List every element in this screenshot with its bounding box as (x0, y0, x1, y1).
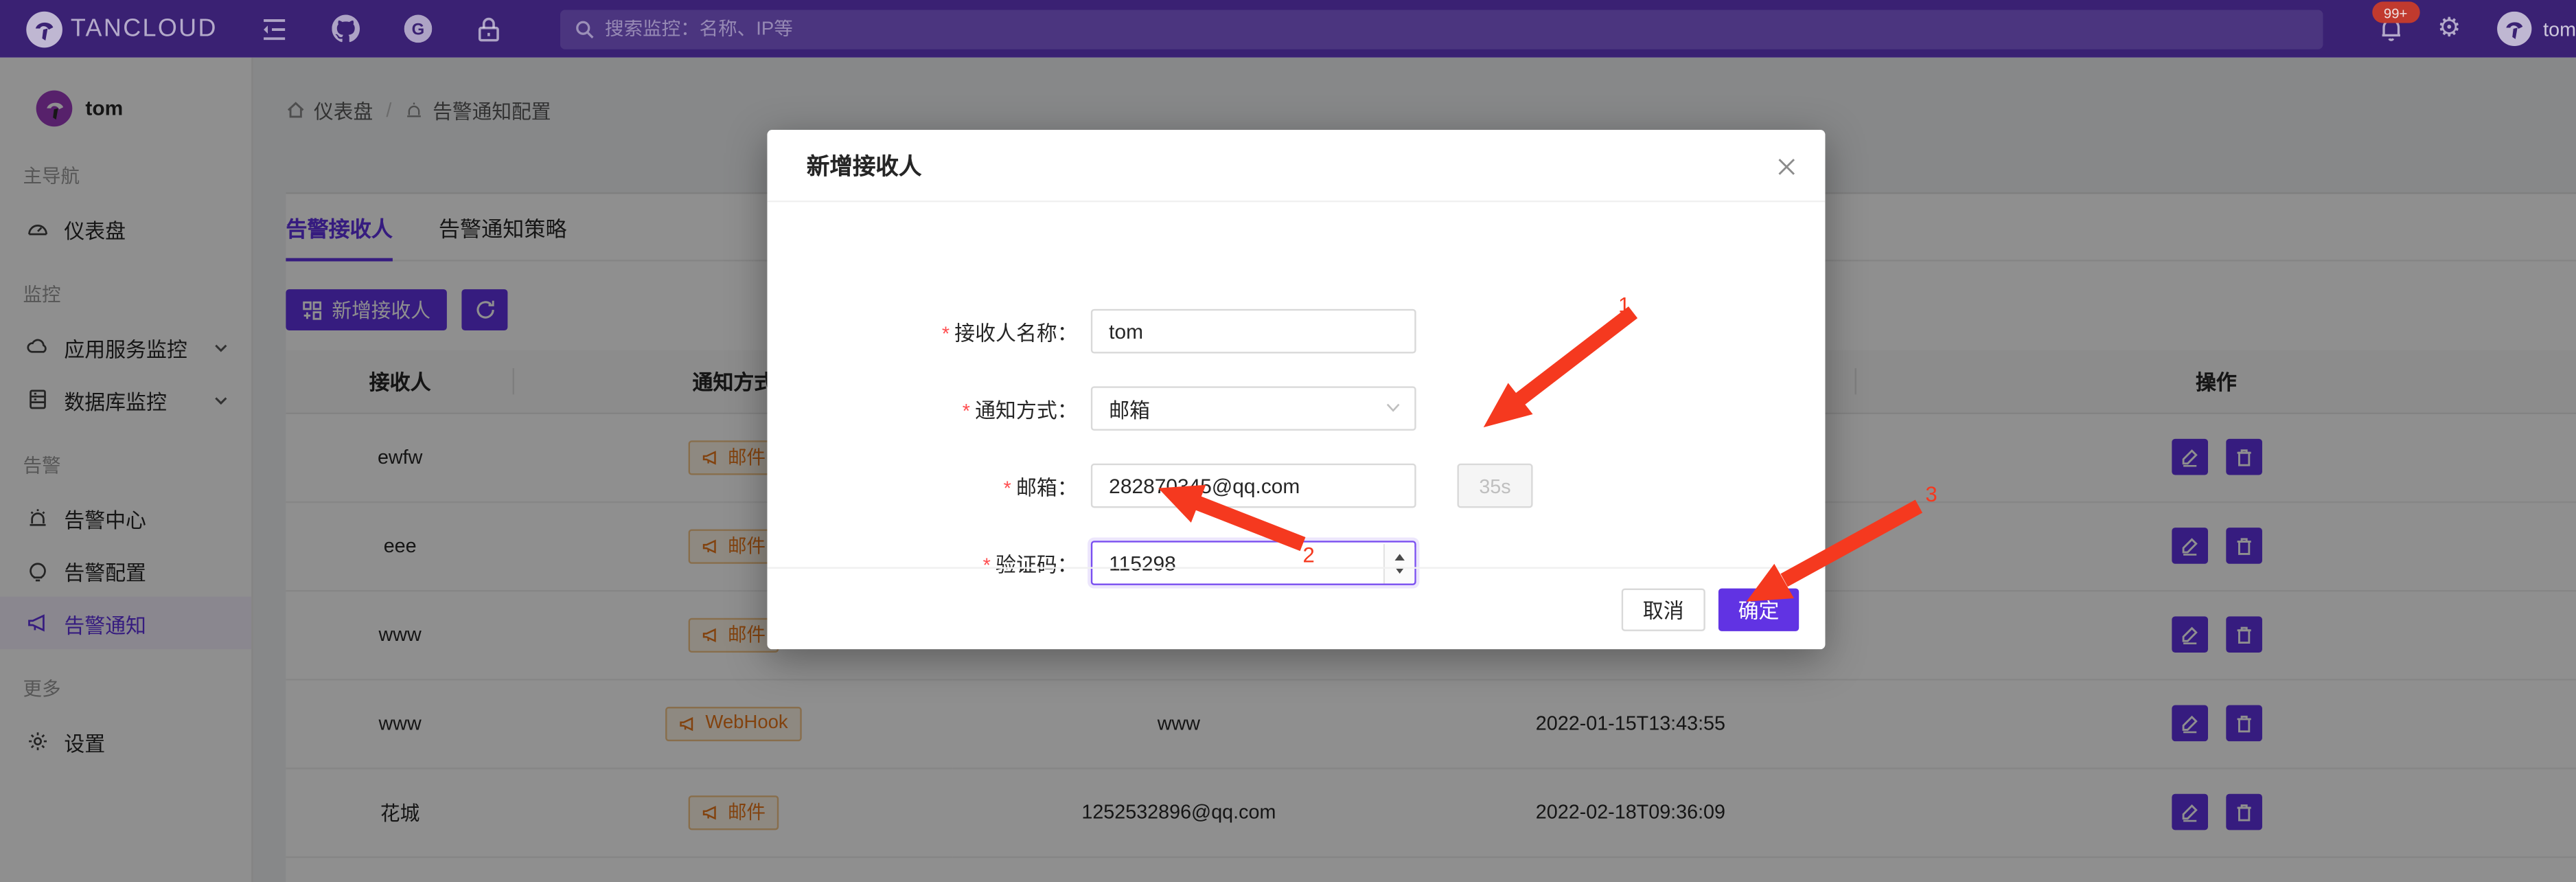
close-icon[interactable] (1771, 151, 1801, 181)
required-mark: * (942, 322, 950, 346)
monitor-search-box[interactable] (561, 9, 2324, 48)
user-menu[interactable]: tom (2485, 12, 2576, 46)
send-code-countdown-button[interactable]: 35s (1457, 464, 1532, 508)
annotation-label-3: 3 (1925, 482, 1937, 506)
modal-footer: 取消 确定 (767, 567, 1825, 650)
svg-text:G: G (413, 21, 426, 39)
top-navbar: TANCLOUD G 99+ ⚙ t (0, 0, 2576, 58)
brand-logo[interactable]: TANCLOUD (26, 11, 218, 47)
search-icon (575, 19, 595, 39)
notifications-button[interactable]: 99+ (2367, 0, 2416, 58)
modal-title: 新增接收人 (807, 149, 922, 182)
confirm-button[interactable]: 确定 (1718, 587, 1799, 630)
notice-method-select[interactable] (1091, 386, 1416, 431)
brand-name: TANCLOUD (71, 15, 218, 43)
settings-gear-icon[interactable]: ⚙ (2437, 16, 2461, 42)
field-label-method: 通知方式： (975, 399, 1078, 422)
field-label-email: 邮箱： (1016, 477, 1078, 500)
menu-fold-icon[interactable] (262, 16, 288, 42)
field-label-name: 接收人名称： (954, 322, 1078, 346)
notification-badge: 99+ (2371, 1, 2419, 23)
add-receiver-modal: 新增接收人 *接收人名称： *通知方式： *邮箱： (767, 130, 1825, 649)
annotation-label-2: 2 (1303, 543, 1315, 567)
user-name: tom (2543, 17, 2576, 41)
user-avatar (2497, 12, 2531, 46)
email-input[interactable] (1091, 464, 1416, 508)
receiver-name-input[interactable] (1091, 309, 1416, 354)
annotation-label-1: 1 (1618, 293, 1630, 317)
gitee-icon[interactable]: G (405, 15, 433, 43)
github-icon[interactable] (332, 15, 360, 43)
modal-body: *接收人名称： *通知方式： *邮箱： 35s *验证码 (767, 202, 1825, 600)
tancloud-logo-icon (26, 11, 62, 47)
cancel-button[interactable]: 取消 (1622, 587, 1705, 630)
modal-header: 新增接收人 (767, 130, 1825, 202)
app-root: TANCLOUD G 99+ ⚙ t (0, 0, 2576, 882)
search-input[interactable] (605, 19, 2309, 39)
step-up-icon (1394, 553, 1403, 560)
lock-icon[interactable] (477, 16, 502, 42)
